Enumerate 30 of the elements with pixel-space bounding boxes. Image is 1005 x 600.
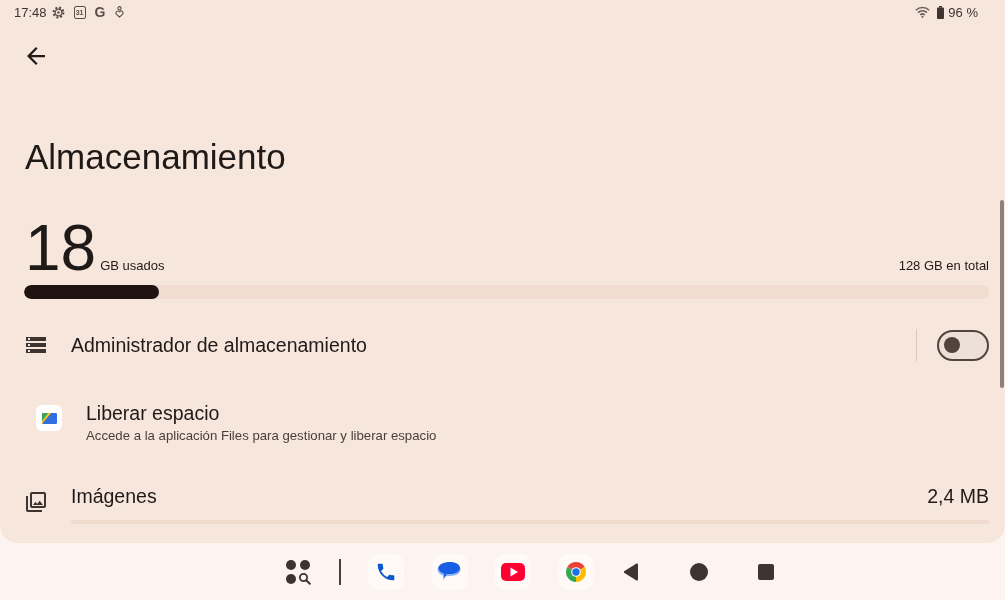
gear-icon [51, 5, 65, 19]
scrollbar-thumb[interactable] [1000, 200, 1004, 388]
app-grid-search-icon[interactable] [285, 558, 311, 585]
storage-icon [26, 337, 46, 353]
back-arrow-icon[interactable] [27, 47, 45, 65]
page-title: Almacenamiento [25, 136, 286, 178]
folder-icon[interactable] [36, 405, 62, 431]
category-size: 2,4 MB [927, 484, 989, 509]
setting-title[interactable]: Liberar espacio [86, 401, 220, 425]
setting-description: Accede a la aplicación Files para gestionar y liberar espacio [86, 427, 437, 445]
person-heart-icon [115, 6, 125, 18]
images-icon [26, 492, 46, 512]
status-time: 17:48 [14, 4, 47, 20]
home-icon[interactable] [690, 562, 708, 581]
battery-level: 96 % [948, 4, 978, 20]
toggle-switch[interactable] [937, 329, 989, 361]
phone-icon[interactable] [368, 553, 404, 590]
setting-title: Administrador de almacenamiento [71, 333, 367, 357]
total-capacity: 128 GB en total [898, 258, 989, 273]
browser-icon[interactable] [558, 553, 594, 590]
back-icon[interactable] [623, 562, 639, 581]
chat-bubble-icon[interactable] [432, 553, 468, 590]
play-button-icon[interactable] [495, 553, 531, 590]
wifi-icon [915, 6, 931, 18]
category-title[interactable]: Imágenes [71, 482, 157, 510]
used-unit: GB usados [100, 258, 165, 273]
letter-icon: G [94, 5, 106, 19]
battery-icon [937, 5, 945, 19]
used-amount: 18 [25, 216, 97, 280]
recents-icon[interactable] [758, 563, 774, 580]
